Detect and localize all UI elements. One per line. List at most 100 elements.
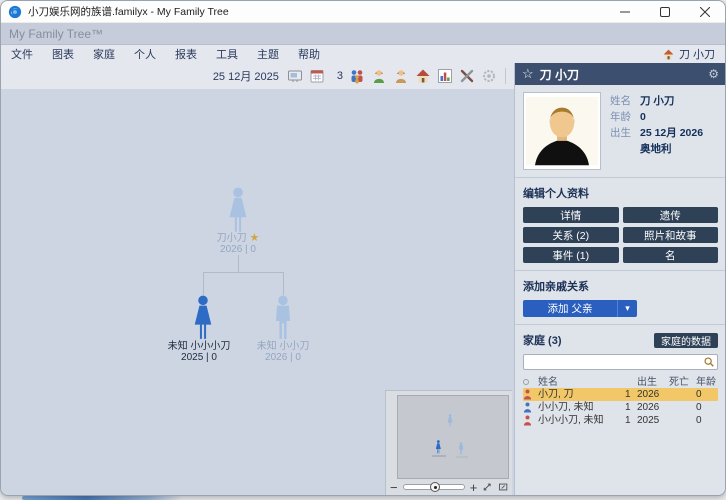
left-child-dates: 2025 | 0 <box>181 352 217 363</box>
tree-figure-left-child-female[interactable] <box>186 295 220 340</box>
family-table-header[interactable]: 姓名 出生 死亡 年龄 <box>523 376 718 388</box>
photos-stories-button[interactable]: 照片和故事 <box>623 227 719 243</box>
menu-reports[interactable]: 报表 <box>175 46 197 62</box>
row-name: 小小刀, 未知 <box>538 401 625 414</box>
person-female-icon <box>523 415 532 426</box>
tree-node-right-label[interactable]: 未知 小小刀 2026 | 0 <box>213 341 353 363</box>
menu-tools[interactable]: 工具 <box>216 46 238 62</box>
col-death[interactable]: 死亡 <box>669 376 696 389</box>
zoom-in-button[interactable]: + <box>470 481 478 494</box>
sidebar-gear-icon[interactable]: ⚙ <box>708 67 719 81</box>
family-section: 家庭 (3) 家庭的数据 姓名 出生 死亡 <box>515 325 726 434</box>
connector-right-child <box>283 272 284 295</box>
add-father-button[interactable]: 添加 父亲 ▾ <box>523 300 637 317</box>
family-search <box>523 354 718 370</box>
minimap[interactable] <box>397 395 509 479</box>
calendar-icon[interactable] <box>309 68 325 84</box>
expand-icon[interactable] <box>482 481 492 493</box>
names-button[interactable]: 名 <box>623 247 719 263</box>
col-birth[interactable]: 出生 <box>637 376 669 389</box>
field-birthplace: 奥地利 <box>610 143 703 156</box>
person-sidebar: ☆ 刀 小刀 ⚙ <box>515 63 726 496</box>
zoom-slider-handle[interactable] <box>430 482 440 492</box>
fit-to-screen-icon[interactable] <box>498 481 508 493</box>
home-person-name: 刀 小刀 <box>679 46 715 62</box>
birthplace-value: 奥地利 <box>640 143 672 156</box>
relationships-button[interactable]: 关系 (2) <box>523 227 619 243</box>
connector-horizontal <box>203 272 284 273</box>
add-father-label[interactable]: 添加 父亲 <box>523 300 617 317</box>
close-button[interactable] <box>685 1 725 22</box>
edit-profile-section: 编辑个人资料 详情 遗传 关系 (2) 照片和故事 事件 (1) 名 <box>515 178 726 271</box>
tree-figure-root-female[interactable] <box>221 187 255 233</box>
family-row-3[interactable]: 小小小刀, 未知 1 2025 0 <box>523 414 718 427</box>
tree-figure-right-child-male[interactable] <box>266 295 300 340</box>
tools-icon[interactable] <box>459 68 475 84</box>
family-group-icon[interactable] <box>349 68 365 84</box>
sidebar-header: ☆ 刀 小刀 ⚙ <box>515 63 726 85</box>
birth-label: 出生 <box>610 127 640 140</box>
menu-themes[interactable]: 主题 <box>257 46 279 62</box>
minimap-tree <box>398 396 508 478</box>
age-value: 0 <box>640 111 646 124</box>
col-age[interactable]: 年龄 <box>696 376 718 389</box>
genetics-button[interactable]: 遗传 <box>623 207 719 223</box>
sidebar-person-name: 刀 小刀 <box>540 66 703 83</box>
woman-tan-icon[interactable] <box>393 68 409 84</box>
menu-family[interactable]: 家庭 <box>93 46 115 62</box>
events-button[interactable]: 事件 (1) <box>523 247 619 263</box>
family-row-1[interactable]: 小刀, 刀 1 2026 0 <box>523 388 718 401</box>
zoom-slider[interactable] <box>403 484 465 490</box>
zoom-out-button[interactable]: − <box>390 481 398 494</box>
menu-help[interactable]: 帮助 <box>298 46 320 62</box>
menu-individual[interactable]: 个人 <box>134 46 156 62</box>
window-title: 小刀娱乐网的族谱.familyx - My Family Tree <box>28 4 229 19</box>
zoom-bar: − + <box>388 479 510 495</box>
row-birth: 2026 <box>637 388 669 401</box>
field-age: 年龄 0 <box>610 111 703 124</box>
slideshow-icon[interactable] <box>287 68 303 84</box>
field-name: 姓名 刀 小刀 <box>610 95 703 108</box>
field-birth: 出生 25 12月 2026 <box>610 127 703 140</box>
favorite-star-icon[interactable]: ☆ <box>522 66 534 82</box>
details-button[interactable]: 详情 <box>523 207 619 223</box>
row-flag: 1 <box>625 388 637 401</box>
family-search-input[interactable] <box>524 355 717 369</box>
edit-profile-title: 编辑个人资料 <box>523 185 718 201</box>
menu-charts[interactable]: 图表 <box>52 46 74 62</box>
chevron-down-icon[interactable]: ▾ <box>617 300 637 317</box>
home-chart-icon[interactable] <box>415 68 431 84</box>
maximize-button[interactable] <box>645 1 685 22</box>
root-dates: 2026 | 0 <box>220 244 256 255</box>
settings-gear-icon[interactable] <box>481 68 497 84</box>
row-age: 0 <box>696 401 718 414</box>
minimize-button[interactable] <box>605 1 645 22</box>
background-window-sliver <box>22 496 182 500</box>
statistics-icon[interactable] <box>437 68 453 84</box>
brand-ribbon: My Family Tree™ <box>1 23 725 45</box>
home-person-indicator[interactable]: 刀 小刀 <box>662 46 715 62</box>
root-star-icon: ★ <box>249 232 259 244</box>
menu-file[interactable]: 文件 <box>11 46 33 62</box>
row-name: 小刀, 刀 <box>538 388 625 401</box>
tree-node-root-label[interactable]: 刀小刀 ★ 2026 | 0 <box>168 233 308 255</box>
woman-green-icon[interactable] <box>371 68 387 84</box>
family-title: 家庭 (3) <box>523 332 654 348</box>
person-photo[interactable] <box>523 92 601 170</box>
tree-canvas[interactable]: 刀小刀 ★ 2026 | 0 未知 小小小刀 2025 | 0 未知 小小刀 2… <box>1 89 515 496</box>
right-child-name: 未知 小小刀 <box>257 341 310 352</box>
person-female-icon <box>523 389 532 400</box>
row-flag: 1 <box>625 414 637 427</box>
toolbar-date[interactable]: 25 12月 2025 <box>213 68 279 84</box>
family-data-button[interactable]: 家庭的数据 <box>654 333 718 348</box>
family-table: 姓名 出生 死亡 年龄 小刀, 刀 1 2026 0 <box>523 376 718 427</box>
toolbar-separator <box>505 68 506 84</box>
search-icon <box>703 356 715 368</box>
add-relative-section: 添加亲戚关系 添加 父亲 ▾ <box>515 271 726 325</box>
col-name[interactable]: 姓名 <box>538 376 625 389</box>
row-flag: 1 <box>625 401 637 414</box>
title-bar: 小刀娱乐网的族谱.familyx - My Family Tree <box>1 1 725 23</box>
family-row-2[interactable]: 小小刀, 未知 1 2026 0 <box>523 401 718 414</box>
sort-ring-icon <box>523 379 529 385</box>
row-birth: 2025 <box>637 414 669 427</box>
